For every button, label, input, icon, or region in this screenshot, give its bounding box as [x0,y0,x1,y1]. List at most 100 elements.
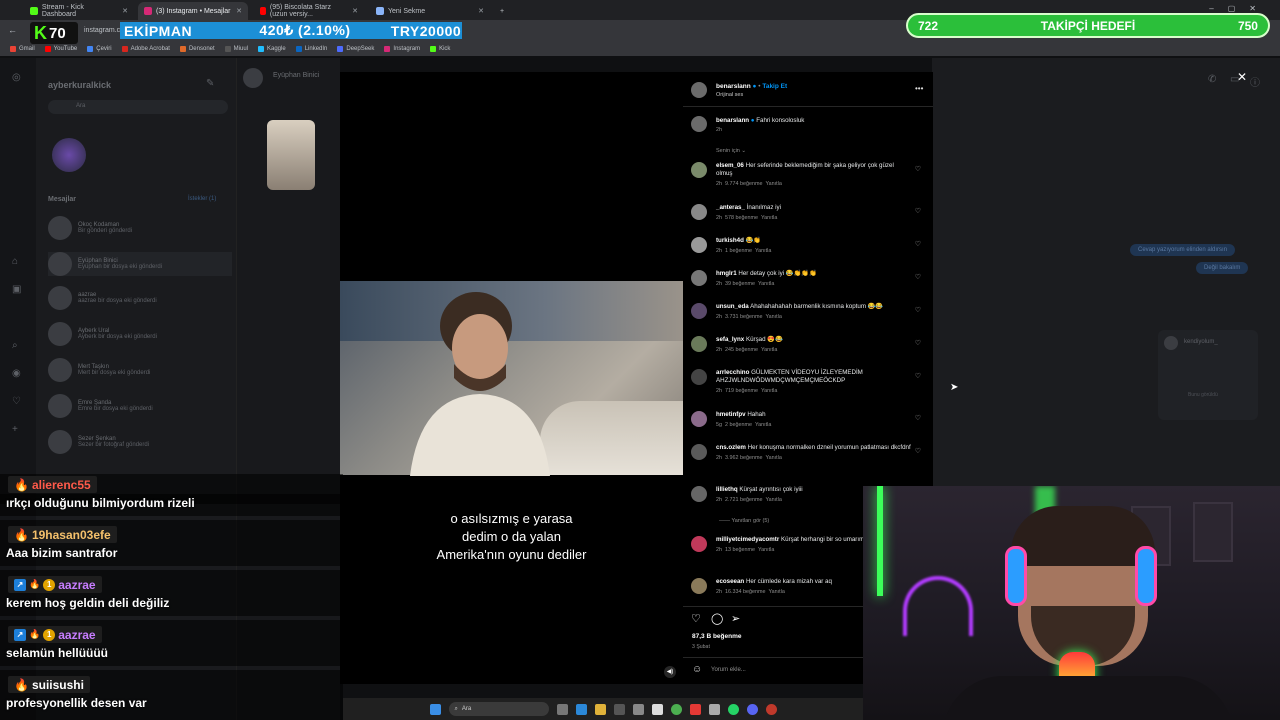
comment-user[interactable]: lilliethq [716,486,738,493]
bookmark-deepseek[interactable]: DeepSeek [337,46,374,52]
comment-user[interactable]: turkish4d [716,237,744,244]
comment-likes[interactable]: 245 beğenme [725,347,758,353]
avatar[interactable] [691,303,707,319]
bookmark-acrobat[interactable]: Adobe Acrobat [121,46,170,52]
shared-profile-card[interactable]: kendiyolum_ Bunu görüldü [1158,330,1258,420]
youtube-icon[interactable] [689,703,701,715]
inbox-row[interactable]: Mert Taşkın Mert bir dosya eki gönderdi [48,358,150,382]
store-icon[interactable] [613,703,625,715]
comment-user[interactable]: sefa_lynx [716,336,744,343]
comment-likes[interactable]: 578 beğenme [725,215,758,221]
comment-likes[interactable]: 719 beğenme [725,388,758,394]
discord-icon[interactable] [746,703,758,715]
search-input[interactable]: Ara [48,100,228,114]
comment-user[interactable]: cns.ozlem [716,444,746,451]
inbox-row[interactable]: Sezer Şenkan Sezer bir fotoğraf gönderdi [48,430,149,454]
share-icon[interactable]: ➢ [731,612,740,625]
app-icon[interactable] [632,703,644,715]
chat-username[interactable]: ↗ 🔥 1 aazrae [8,626,102,643]
comment-user[interactable]: arrlecchino [716,369,749,376]
like-heart-icon[interactable]: ♡ [915,274,921,282]
search-icon[interactable]: ⌕ [12,340,18,351]
comment-likes[interactable]: 2 beğenme [725,422,752,428]
chat-username[interactable]: 🔥 alierenc55 [8,476,97,493]
comment-user[interactable]: _anteras_ [716,204,745,211]
view-replies-button[interactable]: —— Yanıtları gör (5) [719,518,769,524]
explorer-icon[interactable] [594,703,606,715]
for-you-filter[interactable]: Senin için ⌄ [716,148,746,154]
close-icon[interactable]: ✕ [1237,70,1247,84]
close-icon[interactable]: ✕ [236,7,242,15]
inbox-row[interactable]: Okoç Kodaman Bir gönderi gönderdi [48,216,132,240]
more-options-icon[interactable]: ••• [915,84,923,93]
author-avatar[interactable] [691,82,707,98]
comment-user[interactable]: ecoseean [716,578,744,585]
reply-button[interactable]: Yanıtla [765,455,781,461]
comment-likes[interactable]: 13 beğenme [725,547,755,553]
window-controls[interactable]: –▢✕ [1209,4,1270,13]
chat-username[interactable]: ↗ 🔥 1 aazrae [8,576,102,593]
home-icon[interactable]: ⌂ [12,256,18,267]
requests-link[interactable]: İstekler (1) [188,196,216,202]
comment-user[interactable]: hmetinfpv [716,411,746,418]
account-name[interactable]: ayberkuralkick [48,80,111,90]
like-heart-icon[interactable]: ♡ [915,340,921,348]
avatar[interactable] [691,369,707,385]
like-heart-icon[interactable]: ♡ [915,307,921,315]
avatar[interactable] [691,444,707,460]
close-icon[interactable]: ✕ [122,7,128,15]
reply-button[interactable]: Yanıtla [755,422,771,428]
chat-username[interactable]: 🔥 suiisushi [8,676,90,693]
reply-button[interactable]: Yanıtla [755,248,771,254]
follow-button[interactable]: Takip Et [762,83,787,90]
like-heart-icon[interactable]: ♡ [915,415,921,423]
edge-icon[interactable] [575,703,587,715]
bookmark-linkedin[interactable]: LinkedIn [295,46,327,52]
bookmark-instagram[interactable]: Instagram [384,46,420,52]
avatar[interactable] [691,270,707,286]
like-heart-icon[interactable]: ♡ [915,373,921,381]
comment-icon[interactable]: ◯ [711,612,723,625]
caption-author[interactable]: benarslann [716,117,749,124]
bookmark-youtube[interactable]: YouTube [44,46,77,52]
tab-new[interactable]: Yeni Sekme ✕ [370,2,490,20]
bookmark-kick[interactable]: Kick [430,46,450,52]
likes-count[interactable]: 87,3 B beğenme [692,633,742,640]
emoji-icon[interactable]: ☺ [692,664,702,675]
inbox-row[interactable]: aazrae aazrae bir dosya eki gönderdi [48,286,157,310]
avatar[interactable] [691,486,707,502]
avatar[interactable] [691,162,707,178]
whatsapp-icon[interactable] [727,703,739,715]
reply-button[interactable]: Yanıtla [758,281,774,287]
explore-icon[interactable]: ◉ [12,368,21,379]
bookmark-densonet[interactable]: Densonet [179,46,215,52]
audio-label[interactable]: Orijinal ses [716,92,787,98]
like-heart-icon[interactable]: ♡ [915,166,921,174]
reply-button[interactable]: Yanıtla [761,215,777,221]
shared-post-thumbnail[interactable] [267,120,315,190]
reels-icon[interactable]: ▣ [12,284,21,295]
heart-icon[interactable]: ♡ [12,396,21,407]
obs-icon[interactable] [651,703,663,715]
tab-instagram[interactable]: (3) Instagram • Mesajlar ✕ [138,2,248,20]
like-heart-icon[interactable]: ♡ [915,208,921,216]
comment-likes[interactable]: 39 beğenme [725,281,755,287]
bookmark-ceviri[interactable]: Çeviri [87,46,112,52]
comment-likes[interactable]: 1 beğenme [725,248,752,254]
avatar[interactable] [691,204,707,220]
reply-button[interactable]: Yanıtla [765,181,781,187]
inbox-row[interactable]: Ayberk Ural Ayberk bir dosya eki gönderdi [48,322,157,346]
inbox-row[interactable]: Eyüphan Binici Eyüphan bir dosya eki gönd… [48,252,232,276]
comment-likes[interactable]: 3.962 beğenme [725,455,762,461]
compose-icon[interactable]: ✎ [206,78,214,89]
avatar[interactable] [691,237,707,253]
reply-button[interactable]: Yanıtla [765,497,781,503]
app-icon[interactable] [765,703,777,715]
close-icon[interactable]: ✕ [352,7,358,15]
new-tab-button[interactable]: + [494,2,510,20]
reply-button[interactable]: Yanıtla [765,314,781,320]
phone-icon[interactable]: ✆ [1208,74,1216,85]
note-avatar[interactable] [52,138,86,172]
start-icon[interactable] [429,703,441,715]
comment-likes[interactable]: 9.774 beğenme [725,181,762,187]
